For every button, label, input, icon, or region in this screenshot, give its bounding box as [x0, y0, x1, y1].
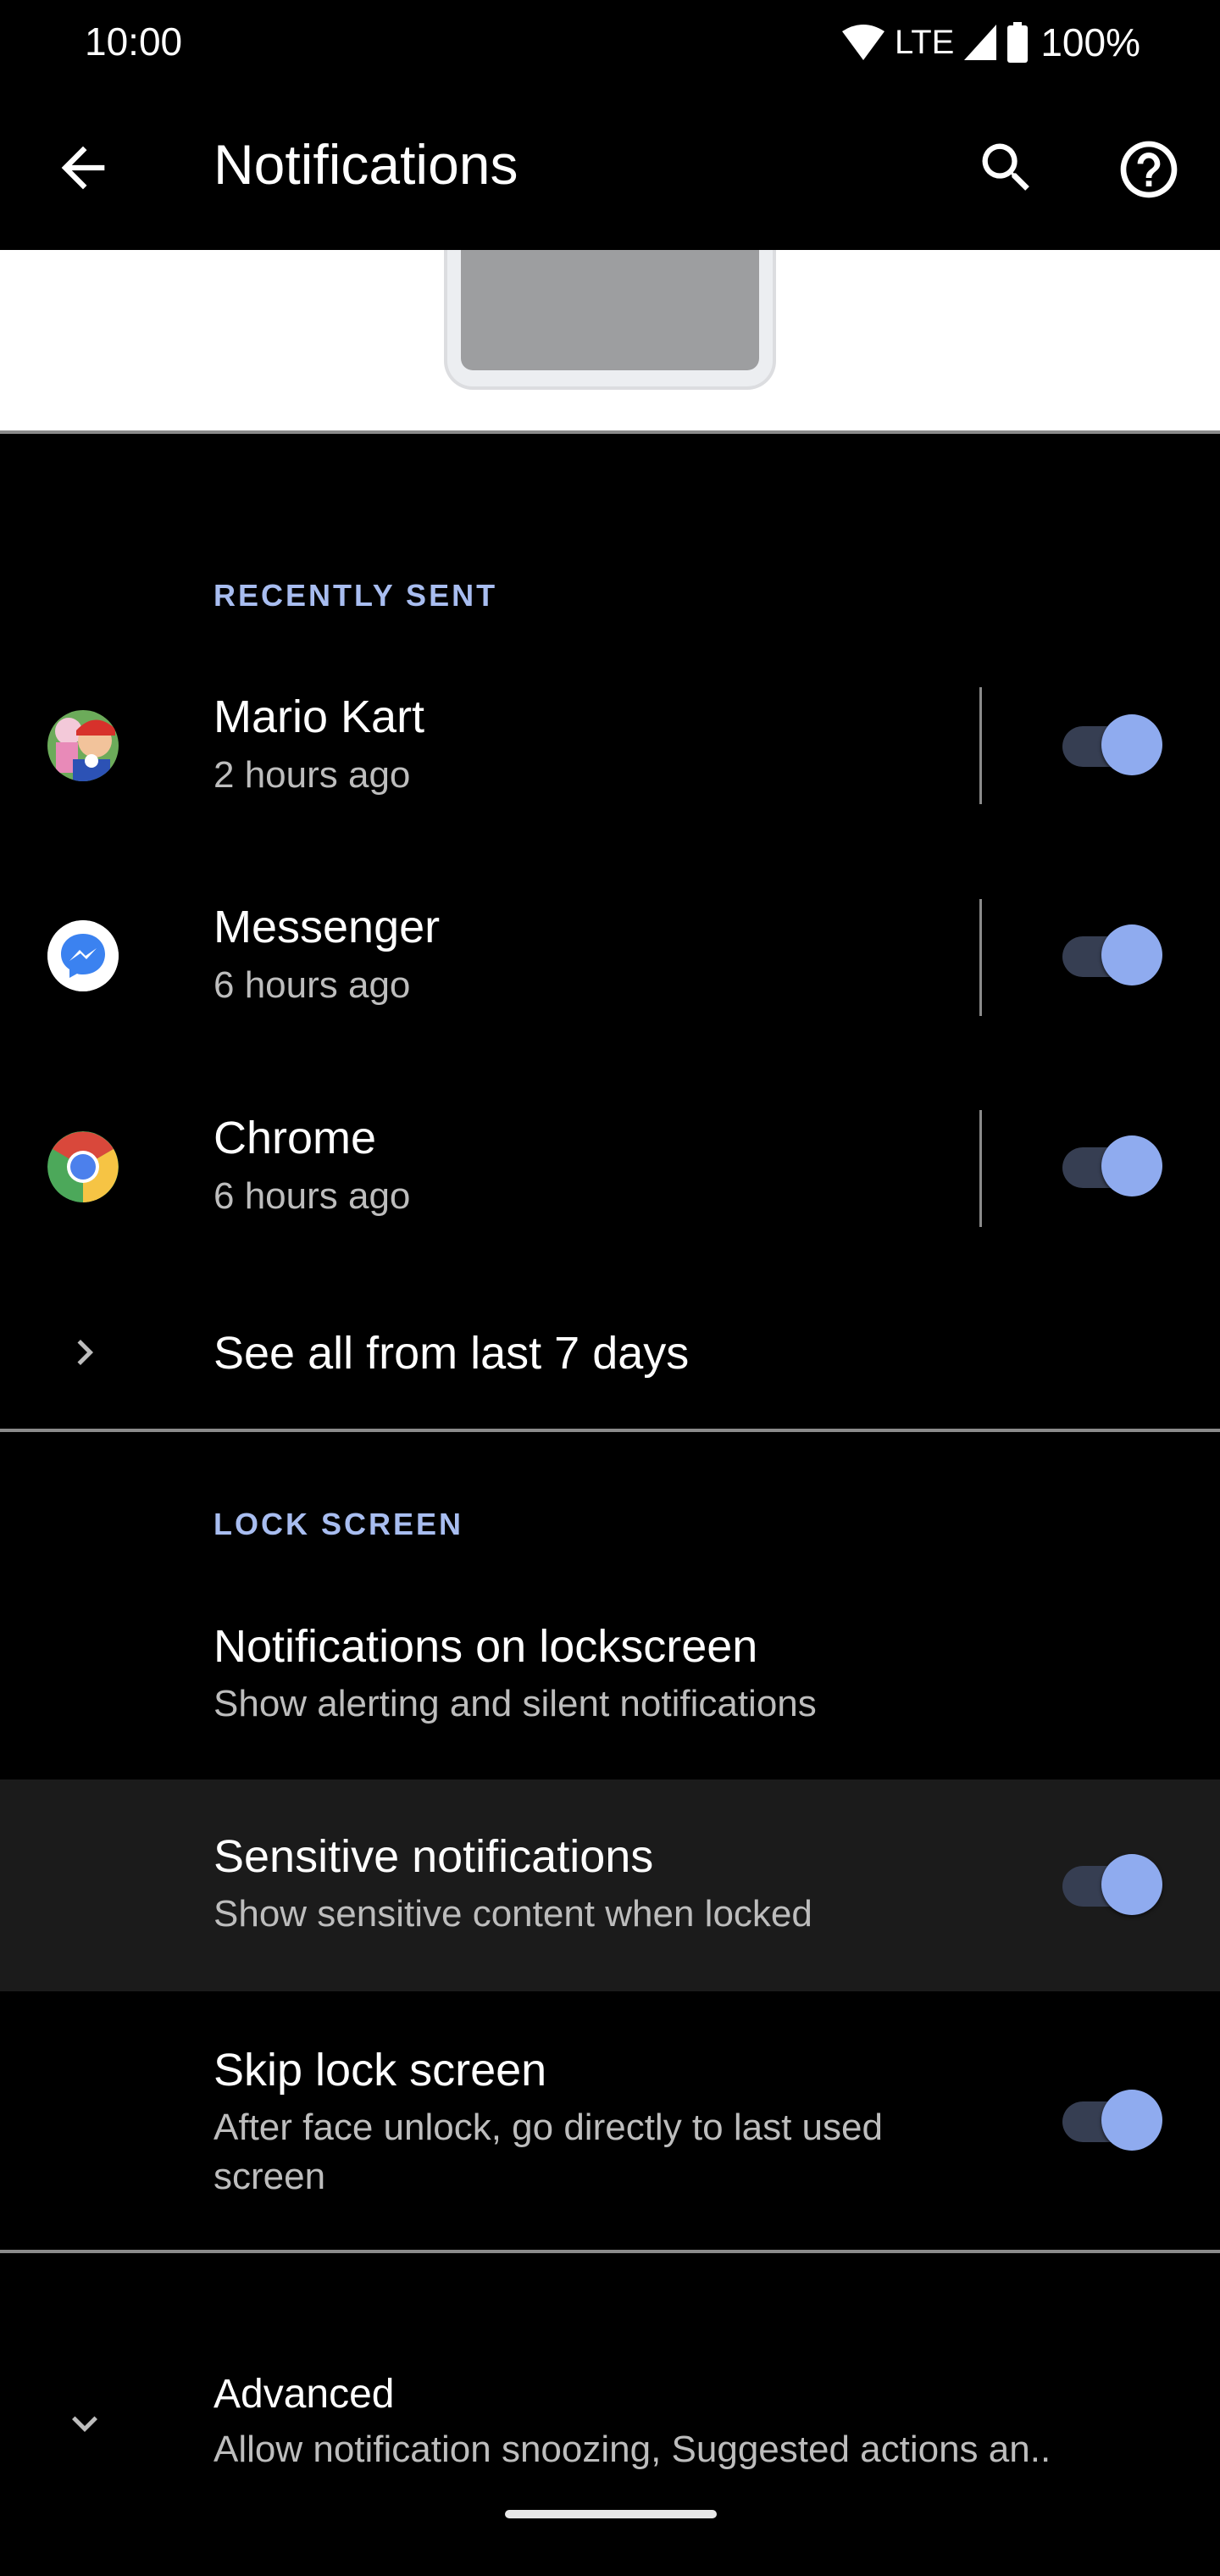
chrome-toggle[interactable]	[1062, 1135, 1164, 1200]
battery-percent: 100%	[1040, 20, 1140, 64]
phone-screen-illustration	[461, 250, 759, 370]
item-title: Skip lock screen	[214, 2045, 547, 2096]
app-name: Messenger	[214, 902, 441, 952]
row-separator	[979, 1110, 982, 1227]
messenger-toggle[interactable]	[1062, 924, 1164, 989]
sensitive-notifications-item[interactable]: Sensitive notifications Show sensitive c…	[0, 1779, 1220, 1991]
mario-kart-toggle[interactable]	[1062, 714, 1164, 779]
advanced-title: Advanced	[214, 2372, 395, 2417]
advanced-summary: Allow notification snoozing, Suggested a…	[214, 2429, 1051, 2470]
advanced-expander[interactable]: Advanced Allow notification snoozing, Su…	[0, 2313, 1220, 2500]
mario-kart-icon	[47, 710, 119, 781]
app-row-chrome[interactable]: Chrome 6 hours ago	[0, 1061, 1220, 1273]
item-summary: Show sensitive content when locked	[214, 1893, 812, 1935]
item-title: Sensitive notifications	[214, 1831, 654, 1882]
battery-icon	[1007, 22, 1029, 63]
divider	[0, 2250, 1220, 2253]
section-header-recently-sent: RECENTLY SENT	[214, 578, 498, 613]
item-title: Notifications on lockscreen	[214, 1621, 758, 1672]
skip-lock-screen-item[interactable]: Skip lock screen After face unlock, go d…	[0, 1991, 1220, 2250]
app-name: Mario Kart	[214, 691, 425, 742]
signal-icon	[964, 25, 997, 60]
section-header-lock-screen: LOCK SCREEN	[214, 1507, 464, 1541]
app-last-sent: 6 hours ago	[214, 1175, 411, 1217]
messenger-icon	[47, 920, 119, 991]
chrome-icon	[47, 1131, 119, 1202]
search-icon	[982, 143, 1029, 191]
status-icons: LTE 100%	[840, 19, 1140, 66]
sensitive-notifications-toggle[interactable]	[1062, 1854, 1164, 1918]
app-bar: Notifications	[0, 85, 1220, 250]
chevron-down-icon	[59, 2398, 110, 2449]
help-button[interactable]	[1115, 136, 1183, 203]
divider	[0, 430, 1220, 434]
app-row-mario-kart[interactable]: Mario Kart 2 hours ago	[0, 640, 1220, 852]
see-all-button[interactable]: See all from last 7 days	[0, 1271, 1220, 1428]
row-separator	[979, 899, 982, 1016]
app-row-messenger[interactable]: Messenger 6 hours ago	[0, 850, 1220, 1062]
skip-lock-screen-toggle[interactable]	[1062, 2090, 1164, 2154]
wifi-icon	[841, 25, 884, 60]
app-last-sent: 6 hours ago	[214, 964, 411, 1006]
status-time: 10:00	[85, 19, 183, 64]
gesture-nav-handle[interactable]	[505, 2510, 717, 2518]
divider	[0, 1429, 1220, 1432]
notifications-on-lockscreen-item[interactable]: Notifications on lockscreen Show alertin…	[0, 1568, 1220, 1779]
arrow-back-icon	[61, 146, 105, 190]
app-name: Chrome	[214, 1113, 377, 1163]
page-title: Notifications	[214, 133, 518, 196]
help-icon	[1120, 141, 1178, 198]
item-summary: Show alerting and silent notifications	[214, 1683, 817, 1724]
search-button[interactable]	[974, 136, 1039, 200]
app-last-sent: 2 hours ago	[214, 754, 411, 796]
row-separator	[979, 687, 982, 804]
see-all-label: See all from last 7 days	[214, 1328, 690, 1379]
item-summary: After face unlock, go directly to last u…	[214, 2107, 883, 2197]
network-type: LTE	[894, 23, 955, 61]
chevron-right-icon	[59, 1327, 110, 1378]
back-button[interactable]	[51, 136, 115, 200]
